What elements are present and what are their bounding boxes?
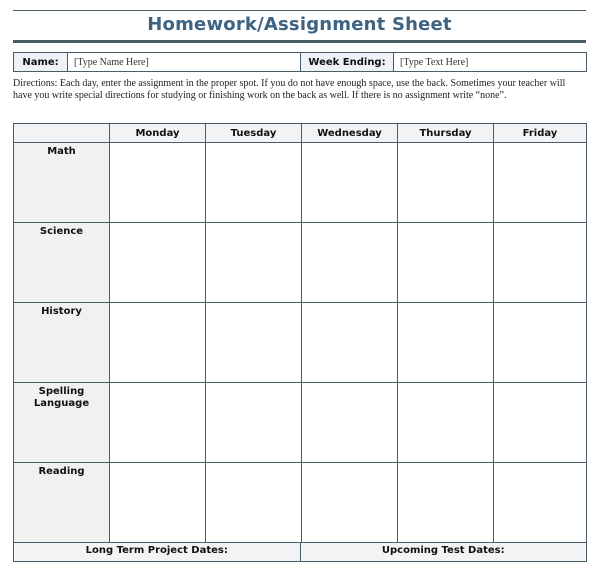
assignment-cell[interactable]: [493, 382, 587, 463]
page-title: Homework/Assignment Sheet: [147, 14, 452, 35]
assignment-cell[interactable]: [301, 142, 398, 223]
day-header: Tuesday: [205, 123, 302, 143]
subject-label: Math: [13, 142, 110, 223]
assignment-cell[interactable]: [109, 142, 206, 223]
assignment-cell[interactable]: [493, 302, 587, 383]
subject-label: Science: [13, 222, 110, 303]
subject-label-line: History: [41, 306, 82, 317]
day-header: Monday: [109, 123, 206, 143]
upcoming-test-dates-label: Upcoming Test Dates:: [299, 542, 587, 562]
subject-label: Spelling Language: [13, 382, 110, 463]
subject-label: Reading: [13, 462, 110, 543]
subject-label-line: Math: [47, 146, 76, 157]
assignment-cell[interactable]: [205, 302, 302, 383]
subject-label-line: Spelling: [38, 386, 85, 397]
assignment-cell[interactable]: [493, 462, 587, 543]
subject-row: Spelling Language: [13, 382, 587, 463]
subject-label-line: Reading: [38, 466, 85, 477]
week-ending-label: Week Ending:: [300, 52, 394, 72]
long-term-project-dates-label: Long Term Project Dates:: [13, 542, 301, 562]
subject-row: Science: [13, 222, 587, 303]
week-ending-field[interactable]: [Type Text Here]: [393, 52, 587, 72]
subject-row: Math: [13, 142, 587, 223]
assignment-cell[interactable]: [109, 222, 206, 303]
assignment-cell[interactable]: [205, 222, 302, 303]
assignment-cell[interactable]: [205, 382, 302, 463]
subject-row: Reading: [13, 462, 587, 543]
assignment-cell[interactable]: [301, 302, 398, 383]
assignment-cell[interactable]: [205, 142, 302, 223]
assignment-grid: Monday Tuesday Wednesday Thursday Friday…: [13, 123, 587, 543]
assignment-cell[interactable]: [301, 382, 398, 463]
name-field[interactable]: [Type Name Here]: [67, 52, 301, 72]
assignment-cell[interactable]: [397, 462, 494, 543]
info-table: Name: [Type Name Here] Week Ending: [Typ…: [13, 52, 587, 72]
assignment-cell[interactable]: [109, 382, 206, 463]
name-label: Name:: [13, 52, 68, 72]
assignment-cell[interactable]: [109, 302, 206, 383]
assignment-cell[interactable]: [397, 302, 494, 383]
top-rule: [13, 10, 586, 11]
assignment-cell[interactable]: [397, 382, 494, 463]
day-header: Wednesday: [301, 123, 398, 143]
subject-label-line: Science: [39, 226, 84, 237]
title-underline: [13, 40, 586, 43]
day-header: Friday: [493, 123, 587, 143]
assignment-cell[interactable]: [301, 462, 398, 543]
grid-header-row: Monday Tuesday Wednesday Thursday Friday: [13, 123, 587, 143]
assignment-cell[interactable]: [493, 142, 587, 223]
day-header: Thursday: [397, 123, 494, 143]
assignment-cell[interactable]: [205, 462, 302, 543]
assignment-cell[interactable]: [397, 222, 494, 303]
subject-row: History: [13, 302, 587, 383]
dates-table: Long Term Project Dates: Upcoming Test D…: [13, 542, 587, 562]
assignment-cell[interactable]: [493, 222, 587, 303]
subject-label: History: [13, 302, 110, 383]
assignment-cell[interactable]: [397, 142, 494, 223]
corner-cell: [13, 123, 110, 143]
assignment-cell[interactable]: [109, 462, 206, 543]
subject-label-line: Language: [33, 398, 90, 409]
assignment-cell[interactable]: [301, 222, 398, 303]
directions-text: Directions: Each day, enter the assignme…: [13, 78, 566, 101]
